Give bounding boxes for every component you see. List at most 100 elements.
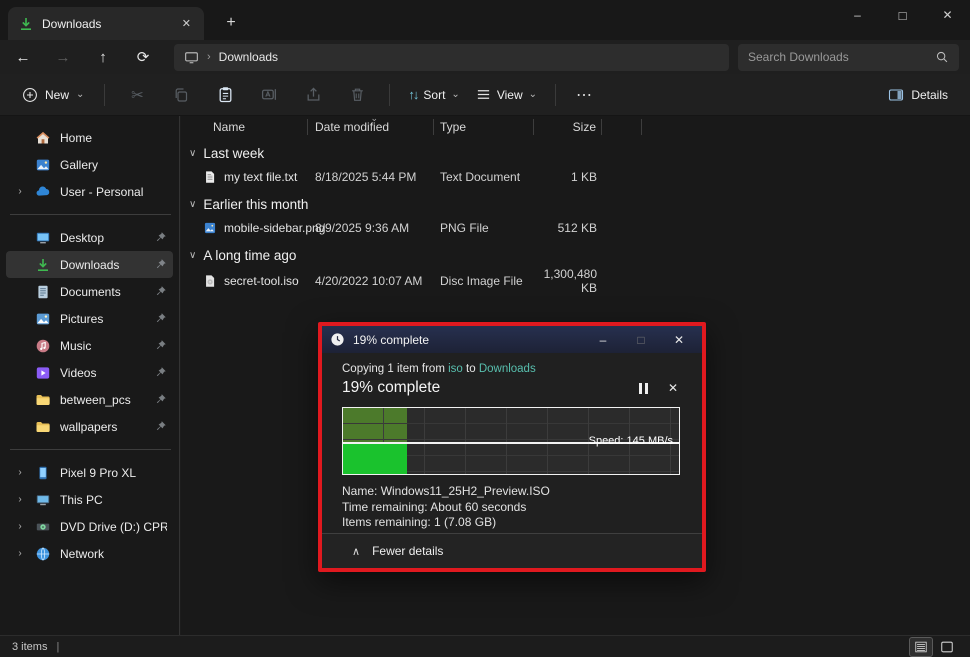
pin-icon [154, 231, 167, 244]
dialog-close-button[interactable]: ✕ [664, 326, 694, 353]
sidebar-item-dvd-drive[interactable]: › DVD Drive (D:) CPRA_X64FRE_ [6, 513, 173, 540]
group-chevron-icon[interactable]: ∨ [189, 148, 196, 159]
sidebar-item-between-pcs[interactable]: between_pcs [6, 386, 173, 413]
tab-close-icon[interactable]: ✕ [179, 17, 194, 30]
search-box[interactable] [738, 44, 959, 71]
sidebar-item-label: Gallery [60, 158, 167, 172]
sidebar-item-user-personal[interactable]: › User - Personal [6, 178, 173, 205]
fewer-details-label: Fewer details [372, 544, 443, 558]
pin-icon [154, 366, 167, 379]
sidebar-item-label: Home [60, 131, 167, 145]
detail-time-value: About 60 seconds [430, 500, 526, 514]
dialog-minimize-button[interactable]: – [588, 326, 618, 353]
tab-downloads[interactable]: Downloads ✕ [8, 7, 204, 40]
sidebar-item-downloads[interactable]: Downloads [6, 251, 173, 278]
breadcrumb-location[interactable]: Downloads [219, 50, 278, 64]
window-close-button[interactable]: ✕ [925, 0, 970, 30]
cancel-copy-button[interactable]: ✕ [658, 377, 688, 399]
dialog-maximize-button[interactable]: □ [626, 326, 656, 353]
location-monitor-icon [184, 50, 199, 65]
copy-button[interactable] [164, 80, 198, 110]
progress-bar-track [343, 444, 679, 474]
item-count: 3 items [12, 641, 47, 653]
group-header-earlier-this-month[interactable]: ∨ Earlier this month [181, 192, 970, 216]
fewer-details-toggle[interactable]: ∧ Fewer details [322, 533, 702, 568]
expand-chevron-icon[interactable]: › [14, 467, 26, 478]
chevron-down-icon: ⌄ [529, 89, 537, 100]
column-header-size[interactable]: Size [534, 119, 602, 135]
share-button[interactable] [296, 80, 330, 110]
details-pane-label: Details [911, 88, 948, 102]
view-lines-icon [476, 87, 491, 102]
file-row[interactable]: secret-tool.iso 4/20/2022 10:07 AM Disc … [181, 267, 970, 290]
detail-items-label: Items remaining: [342, 515, 431, 529]
network-icon [35, 546, 51, 562]
toolbar-divider [389, 84, 390, 106]
sidebar-item-network[interactable]: › Network [6, 540, 173, 567]
details-pane-icon [888, 87, 904, 103]
column-header-type[interactable]: Type [434, 119, 534, 135]
sidebar-divider [10, 449, 171, 450]
window-maximize-button[interactable]: □ [880, 0, 925, 30]
details-pane-button[interactable]: Details [878, 81, 958, 109]
group-header-last-week[interactable]: ∨ Last week [181, 141, 970, 165]
refresh-button[interactable]: ⟳ [126, 43, 160, 71]
detail-items-value: 1 (7.08 GB) [434, 515, 496, 529]
group-chevron-icon[interactable]: ∨ [189, 199, 196, 210]
delete-button[interactable] [340, 80, 374, 110]
window-controls: – □ ✕ [835, 0, 970, 30]
status-divider: | [56, 641, 59, 653]
tab-label: Downloads [42, 17, 171, 31]
sidebar-item-pixel-9-pro-xl[interactable]: › Pixel 9 Pro XL [6, 459, 173, 486]
forward-button[interactable]: → [46, 43, 80, 71]
sidebar-item-this-pc[interactable]: › This PC [6, 486, 173, 513]
search-input[interactable] [748, 50, 935, 64]
file-row[interactable]: my text file.txt 8/18/2025 5:44 PM Text … [181, 165, 970, 188]
group-header-a-long-time-ago[interactable]: ∨ A long time ago [181, 243, 970, 267]
view-button[interactable]: View ⌄ [468, 81, 545, 108]
expand-chevron-icon[interactable]: › [14, 521, 26, 532]
group-chevron-icon[interactable]: ∨ [189, 250, 196, 261]
column-header-name[interactable]: Name [181, 119, 308, 135]
back-button[interactable]: ← [6, 43, 40, 71]
expand-chevron-icon[interactable]: › [14, 186, 26, 197]
details-view-toggle[interactable] [910, 638, 932, 656]
command-toolbar: New ⌄ ✂ ↑↓ Sort ⌄ View ⌄ ⋯ Details [0, 74, 970, 116]
up-button[interactable]: ↑ [86, 43, 120, 71]
sidebar-item-home[interactable]: Home [6, 124, 173, 151]
sidebar-item-gallery[interactable]: Gallery [6, 151, 173, 178]
more-options-button[interactable]: ⋯ [566, 81, 603, 109]
dialog-title-bar[interactable]: 19% complete – □ ✕ [322, 326, 702, 353]
sidebar-item-music[interactable]: Music [6, 332, 173, 359]
pin-icon [154, 285, 167, 298]
group-label: A long time ago [203, 248, 296, 263]
pc-icon [35, 492, 51, 508]
folder-icon [35, 392, 51, 408]
expand-chevron-icon[interactable]: › [14, 494, 26, 505]
new-button[interactable]: New ⌄ [12, 81, 94, 109]
new-button-label: New [45, 88, 69, 102]
sidebar-item-wallpapers[interactable]: wallpapers [6, 413, 173, 440]
thumbnail-view-toggle[interactable] [936, 638, 958, 656]
sort-button-label: Sort [423, 88, 445, 102]
file-size: 1 KB [534, 170, 602, 184]
window-minimize-button[interactable]: – [835, 0, 880, 30]
file-type: Text Document [434, 170, 534, 184]
new-tab-button[interactable]: + [218, 10, 244, 36]
rename-button[interactable] [252, 80, 286, 110]
file-row[interactable]: mobile-sidebar.png 8/9/2025 9:36 AM PNG … [181, 216, 970, 239]
paste-button[interactable] [208, 80, 242, 110]
sidebar-item-videos[interactable]: Videos [6, 359, 173, 386]
pause-button[interactable] [628, 377, 658, 399]
sidebar-item-desktop[interactable]: Desktop [6, 224, 173, 251]
address-bar[interactable]: › Downloads [174, 44, 729, 71]
sidebar-item-documents[interactable]: Documents [6, 278, 173, 305]
cut-button[interactable]: ✂ [120, 80, 154, 110]
column-header-date-modified[interactable]: Date modified ⌄ [308, 119, 434, 135]
source-folder-link[interactable]: iso [448, 363, 463, 375]
sidebar-item-pictures[interactable]: Pictures [6, 305, 173, 332]
destination-folder-link[interactable]: Downloads [479, 363, 536, 375]
sort-button[interactable]: ↑↓ Sort ⌄ [400, 81, 467, 108]
chevron-up-icon: ∧ [352, 545, 360, 558]
expand-chevron-icon[interactable]: › [14, 548, 26, 559]
